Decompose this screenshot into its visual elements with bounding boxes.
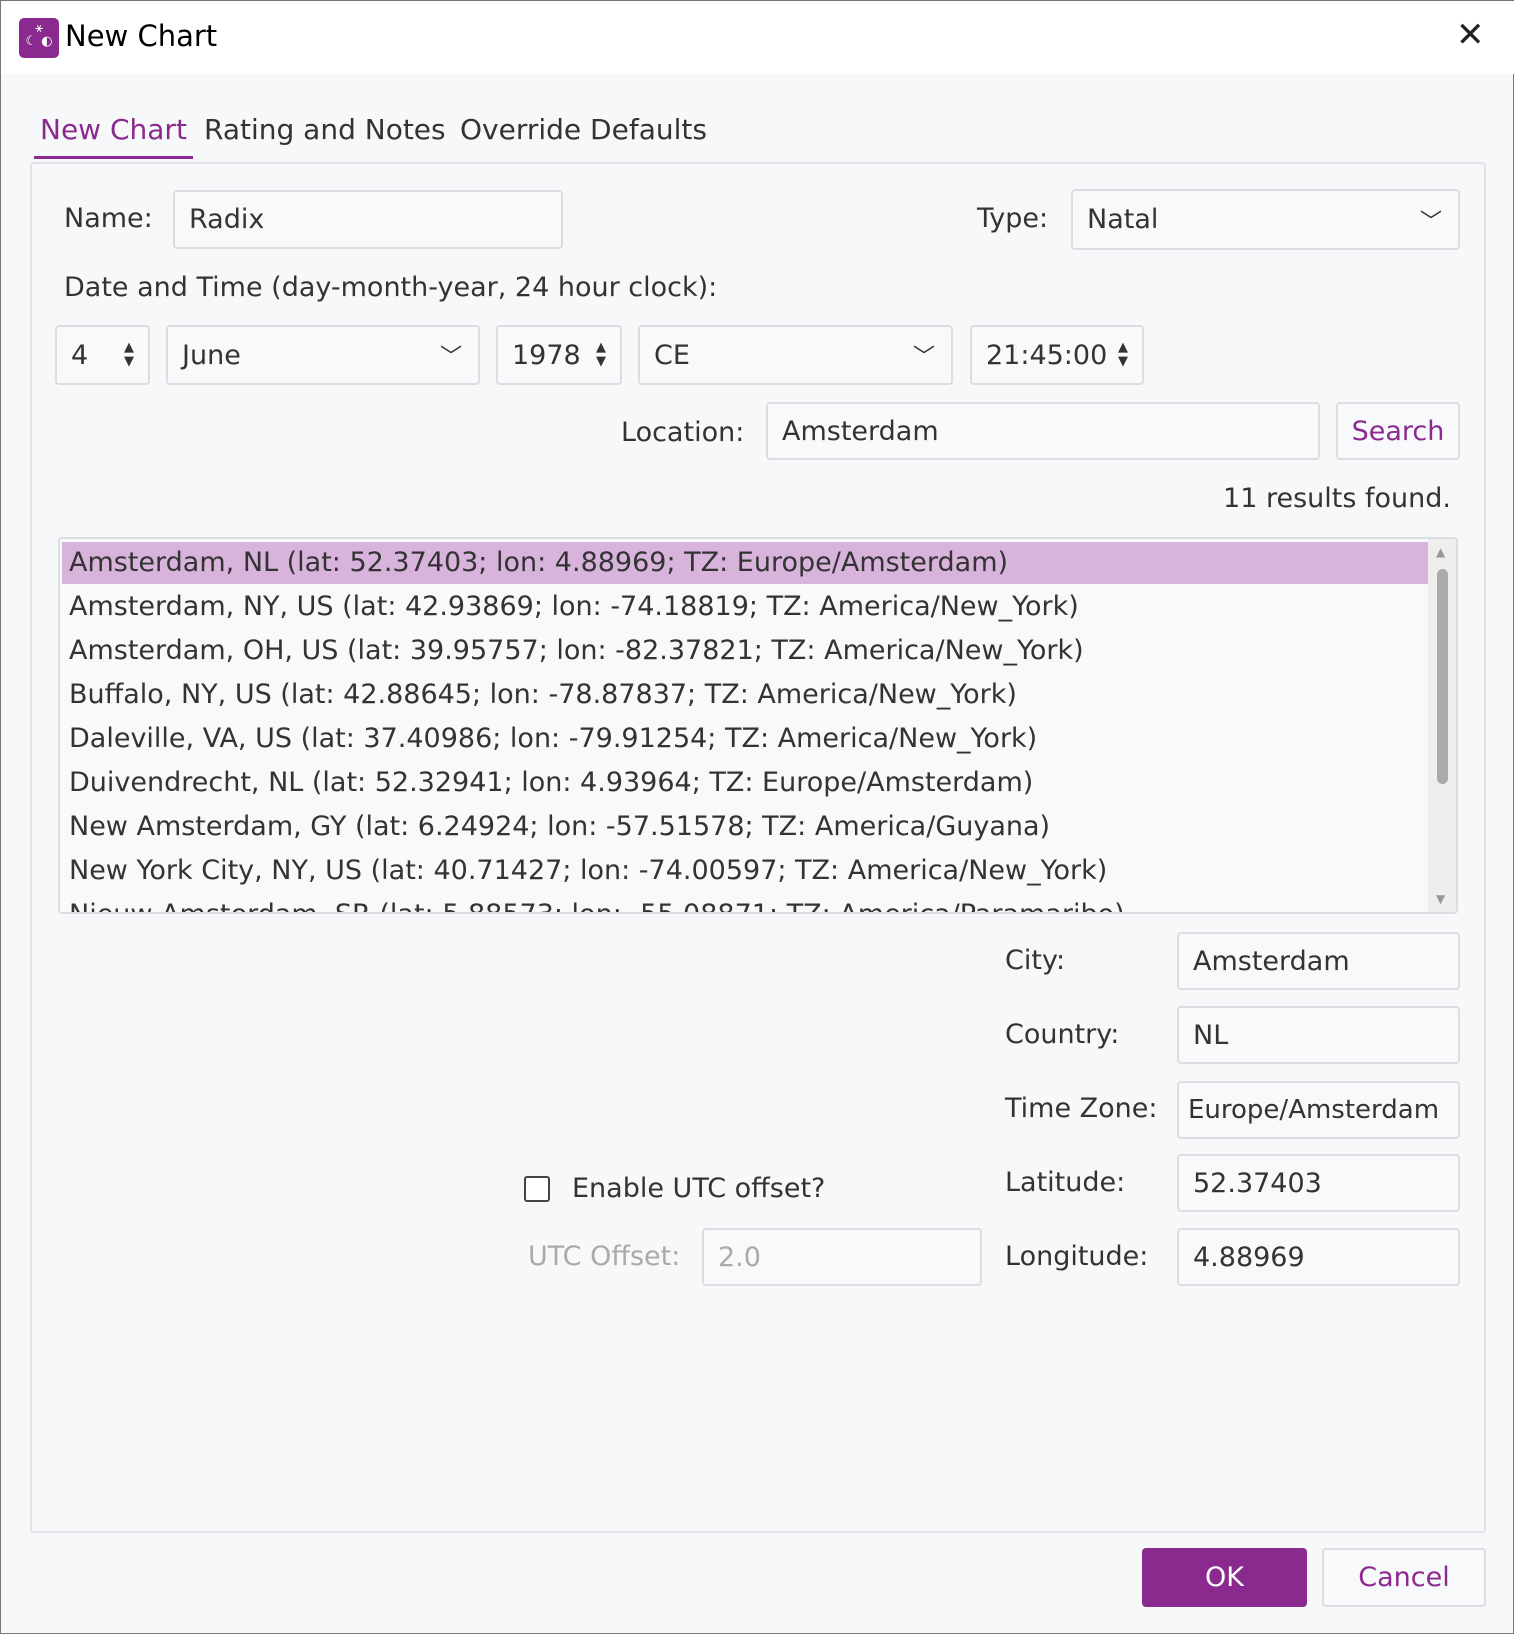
list-item[interactable]: Amsterdam, NL (lat: 52.37403; lon: 4.889… <box>62 542 1428 584</box>
name-label: Name: <box>64 203 153 234</box>
country-input[interactable]: NL <box>1177 1006 1460 1064</box>
close-icon[interactable]: ✕ <box>1456 15 1485 55</box>
latitude-label: Latitude: <box>1005 1167 1126 1198</box>
datetime-label: Date and Time (day-month-year, 24 hour c… <box>64 272 718 303</box>
spinner-arrows-icon[interactable]: ▲ ▼ <box>596 341 606 369</box>
results-list[interactable]: Amsterdam, NL (lat: 52.37403; lon: 4.889… <box>58 537 1458 914</box>
city-input[interactable]: Amsterdam <box>1177 932 1460 990</box>
cancel-button[interactable]: Cancel <box>1322 1548 1486 1607</box>
list-item[interactable]: Daleville, VA, US (lat: 37.40986; lon: -… <box>62 718 1428 760</box>
type-label: Type: <box>977 203 1049 234</box>
ok-button[interactable]: OK <box>1142 1548 1307 1607</box>
location-label: Location: <box>621 417 745 448</box>
time-spinbox[interactable]: 21:45:00 ▲ ▼ <box>970 325 1144 385</box>
spinner-arrows-icon[interactable]: ▲ ▼ <box>124 341 134 369</box>
tab-override-defaults[interactable]: Override Defaults <box>454 113 713 156</box>
chevron-down-icon: ﹀ <box>912 345 935 370</box>
app-icon: ⚹ ☾ ◐ <box>19 18 59 58</box>
year-spinbox[interactable]: 1978 ▲ ▼ <box>496 325 622 385</box>
utc-offset-label: UTC Offset: <box>528 1241 681 1272</box>
list-item[interactable]: New York City, NY, US (lat: 40.71427; lo… <box>62 850 1428 892</box>
era-select[interactable]: CE ﹀ <box>638 325 953 385</box>
scroll-down-icon[interactable]: ▼ <box>1436 892 1445 906</box>
chevron-down-icon: ﹀ <box>439 345 462 370</box>
search-button[interactable]: Search <box>1336 402 1460 460</box>
window-title: New Chart <box>65 19 218 53</box>
month-value: June <box>182 339 241 371</box>
title-bar <box>1 1 1514 74</box>
latitude-input[interactable]: 52.37403 <box>1177 1154 1460 1212</box>
list-item[interactable]: Amsterdam, OH, US (lat: 39.95757; lon: -… <box>62 630 1428 672</box>
year-value: 1978 <box>512 339 581 371</box>
utc-checkbox-label[interactable]: Enable UTC offset? <box>572 1173 825 1204</box>
country-label: Country: <box>1005 1019 1120 1050</box>
location-input[interactable]: Amsterdam <box>766 402 1320 460</box>
tab-new-chart[interactable]: New Chart <box>34 113 193 159</box>
list-item[interactable]: Amsterdam, NY, US (lat: 42.93869; lon: -… <box>62 586 1428 628</box>
day-value: 4 <box>71 339 89 371</box>
longitude-label: Longitude: <box>1005 1241 1149 1272</box>
scrollbar-thumb[interactable] <box>1437 569 1448 784</box>
era-value: CE <box>654 339 690 371</box>
chevron-down-icon: ﹀ <box>1419 209 1442 235</box>
type-value: Natal <box>1087 204 1159 235</box>
city-label: City: <box>1005 945 1066 976</box>
scrollbar[interactable]: ▲ ▼ <box>1428 539 1456 912</box>
list-item[interactable]: New Amsterdam, GY (lat: 6.24924; lon: -5… <box>62 806 1428 848</box>
utc-offset-input: 2.0 <box>702 1228 982 1286</box>
list-item[interactable]: Buffalo, NY, US (lat: 42.88645; lon: -78… <box>62 674 1428 716</box>
month-select[interactable]: June ﹀ <box>166 325 480 385</box>
tab-rating-and-notes[interactable]: Rating and Notes <box>198 113 452 156</box>
name-input[interactable]: Radix <box>173 190 563 249</box>
scroll-up-icon[interactable]: ▲ <box>1436 545 1445 559</box>
list-item[interactable]: Nieuw Amsterdam, SR (lat: 5.88573; lon: … <box>62 894 1428 912</box>
timezone-input[interactable]: Europe/Amsterdam <box>1177 1081 1460 1139</box>
timezone-label: Time Zone: <box>1005 1093 1158 1124</box>
spinner-arrows-icon[interactable]: ▲ ▼ <box>1118 341 1128 369</box>
utc-offset-checkbox[interactable] <box>524 1176 550 1202</box>
list-item[interactable]: Duivendrecht, NL (lat: 52.32941; lon: 4.… <box>62 762 1428 804</box>
type-select[interactable]: Natal ﹀ <box>1071 189 1460 250</box>
time-value: 21:45:00 <box>986 339 1108 371</box>
longitude-input[interactable]: 4.88969 <box>1177 1228 1460 1286</box>
day-spinbox[interactable]: 4 ▲ ▼ <box>55 325 150 385</box>
results-count: 11 results found. <box>1223 483 1451 514</box>
